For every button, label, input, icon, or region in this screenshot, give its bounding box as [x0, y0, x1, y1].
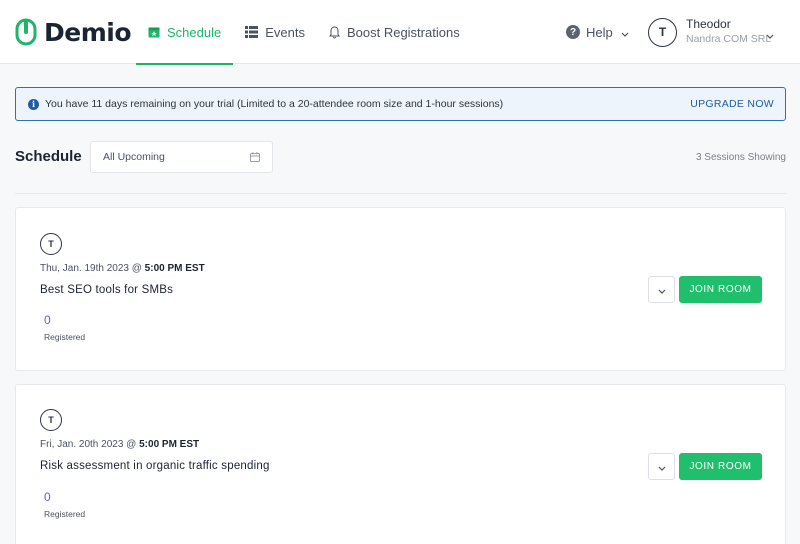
session-options-button[interactable] [648, 276, 675, 303]
chevron-down-icon [621, 25, 629, 40]
registered-label: Registered [44, 509, 86, 519]
main-nav: Schedule Events Boost Registrations [136, 0, 472, 65]
tab-boost-registrations[interactable]: Boost Registrations [317, 0, 472, 64]
calendar-icon [250, 152, 260, 165]
user-name: Theodor [686, 17, 731, 31]
help-menu[interactable]: ? Help [566, 22, 629, 42]
chevron-down-icon [658, 458, 666, 476]
registered-label: Registered [44, 332, 86, 342]
user-menu[interactable]: T Theodor Nandra COM SRL [648, 16, 774, 48]
date-filter-select[interactable]: All Upcoming [90, 141, 273, 173]
avatar: T [648, 17, 677, 47]
user-info: Theodor Nandra COM SRL [686, 17, 771, 47]
page-title: Schedule [15, 148, 82, 165]
session-card: T Fri, Jan. 20th 2023 @ 5:00 PM EST Risk… [15, 384, 786, 544]
sessions-count: 3 Sessions Showing [695, 152, 786, 163]
calendar-star-icon [148, 26, 160, 38]
trial-banner: i You have 11 days remaining on your tri… [15, 87, 786, 121]
chevron-down-icon [766, 26, 774, 44]
trial-message: You have 11 days remaining on your trial… [45, 98, 504, 110]
host-avatar: T [40, 233, 62, 255]
join-room-button[interactable]: JOIN ROOM [679, 453, 762, 480]
top-header: Demio Schedule Events Boost Registration… [0, 0, 800, 65]
session-date: Thu, Jan. 19th 2023 @ 5:00 PM EST [40, 263, 205, 274]
upgrade-now-link[interactable]: UPGRADE NOW [690, 98, 774, 110]
registered-count: 0 [44, 490, 51, 504]
user-org: Nandra COM SRL [686, 33, 772, 45]
tab-schedule[interactable]: Schedule [136, 0, 234, 65]
session-date-text: Thu, Jan. 19th 2023 @ [40, 263, 142, 274]
app-name: Demio [44, 17, 132, 47]
registered-count: 0 [44, 313, 51, 327]
demio-logo-icon [14, 18, 38, 46]
tab-boost-label: Boost Registrations [346, 24, 460, 40]
join-room-button[interactable]: JOIN ROOM [679, 276, 762, 303]
divider [15, 193, 786, 194]
session-date-text: Fri, Jan. 20th 2023 @ [40, 439, 137, 450]
demio-logo[interactable]: Demio [14, 16, 132, 48]
session-title[interactable]: Risk assessment in organic traffic spend… [40, 460, 270, 472]
session-time: 5:00 PM EST [139, 439, 200, 450]
help-label: Help [586, 24, 613, 40]
list-icon [245, 26, 259, 38]
session-date: Fri, Jan. 20th 2023 @ 5:00 PM EST [40, 439, 199, 450]
info-icon: i [28, 98, 39, 110]
chevron-down-icon [658, 281, 666, 299]
session-card: T Thu, Jan. 19th 2023 @ 5:00 PM EST Best… [15, 207, 786, 371]
date-filter-value: All Upcoming [103, 151, 165, 163]
tab-schedule-label: Schedule [167, 24, 222, 40]
session-time: 5:00 PM EST [144, 263, 205, 274]
tab-events-label: Events [265, 24, 305, 40]
session-title[interactable]: Best SEO tools for SMBs [40, 284, 173, 296]
host-avatar: T [40, 409, 62, 431]
tab-events[interactable]: Events [233, 0, 317, 64]
session-options-button[interactable] [648, 453, 675, 480]
question-icon: ? [566, 25, 580, 39]
bell-icon [329, 25, 340, 39]
